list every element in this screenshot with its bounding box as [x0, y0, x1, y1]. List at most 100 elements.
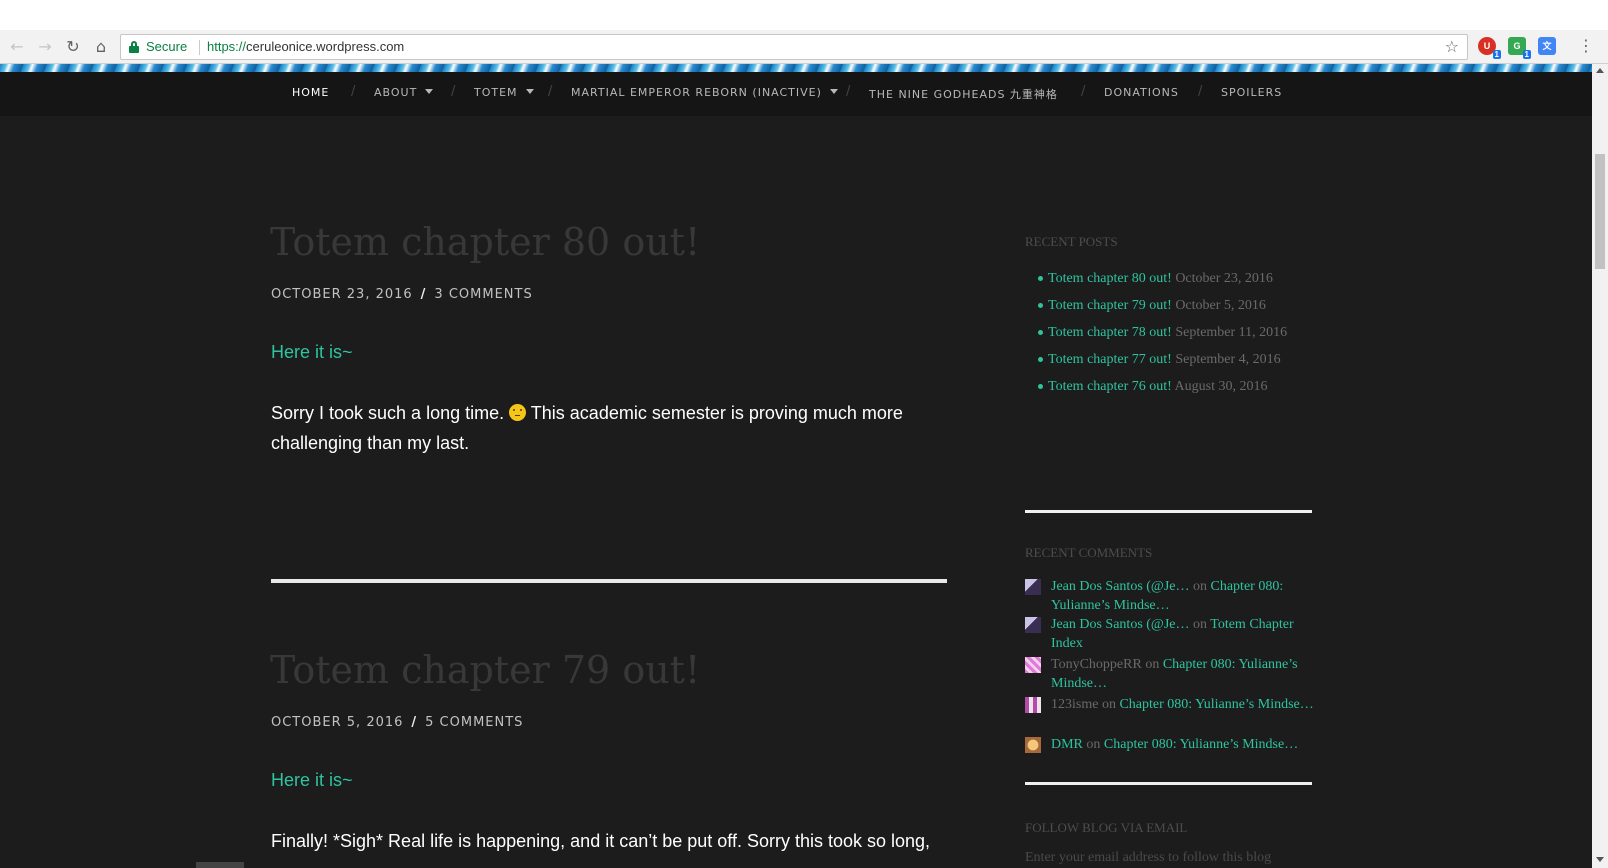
- address-bar[interactable]: Secure https://ceruleonice.wordpress.com…: [120, 34, 1468, 60]
- list-item: Totem chapter 78 out! September 11, 2016: [1038, 319, 1318, 346]
- primary-navigation: HOME / ABOUT / TOTEM / MARTIAL EMPEROR R…: [0, 72, 1592, 116]
- post-comments-link[interactable]: 3 COMMENTS: [434, 287, 532, 302]
- chevron-down-icon: [829, 89, 838, 94]
- nav-item-label: HOME: [292, 86, 330, 99]
- avatar[interactable]: [1025, 617, 1041, 633]
- comment-post-link[interactable]: Chapter 080: Yulianne’s Mindse…: [1119, 697, 1313, 712]
- chevron-down-icon: [425, 89, 434, 94]
- recent-comment-item: 123isme on Chapter 080: Yulianne’s Minds…: [1025, 695, 1315, 714]
- scrollbar-thumb[interactable]: [1595, 154, 1605, 269]
- post-excerpt: Sorry I took such a long time. This acad…: [271, 398, 931, 458]
- nav-item-about[interactable]: ABOUT: [374, 86, 434, 99]
- arrow-right-icon[interactable]: →: [34, 36, 56, 58]
- recent-post-date: August 30, 2016: [1174, 379, 1268, 394]
- avatar[interactable]: [1025, 657, 1041, 673]
- recent-posts-list: Totem chapter 80 out! October 23, 2016 T…: [1038, 265, 1318, 400]
- recent-posts-title: RECENT POSTS: [1025, 234, 1118, 249]
- nav-item-nine-godheads[interactable]: THE NINE GODHEADS 九重神格: [869, 86, 1058, 102]
- post-meta: OCTOBER 23, 2016 / 3 COMMENTS: [271, 287, 533, 302]
- nav-separator: /: [1198, 84, 1203, 99]
- post-excerpt-text: Sorry I took such a long time.: [271, 403, 510, 423]
- comment-author-link[interactable]: Jean Dos Santos (@Je…: [1051, 617, 1190, 632]
- nav-separator: /: [1081, 84, 1086, 99]
- list-item: Totem chapter 76 out! August 30, 2016: [1038, 373, 1318, 400]
- scroll-down-arrow-icon[interactable]: [1596, 857, 1604, 862]
- translate-extension-icon[interactable]: 文: [1538, 37, 1556, 55]
- nav-item-totem[interactable]: TOTEM: [474, 86, 534, 99]
- scroll-up-arrow-icon[interactable]: [1596, 68, 1604, 73]
- nav-item-donations[interactable]: DONATIONS: [1104, 86, 1179, 99]
- site-header-image: [0, 64, 1592, 72]
- nav-item-label: DONATIONS: [1104, 86, 1179, 99]
- recent-comment-item: Jean Dos Santos (@Je… on Totem Chapter I…: [1025, 615, 1315, 653]
- recent-post-date: September 4, 2016: [1175, 352, 1281, 367]
- comment-author-name: 123isme: [1051, 697, 1099, 712]
- recent-post-date: October 23, 2016: [1175, 271, 1273, 286]
- comment-on-label: on: [1193, 579, 1207, 594]
- recent-post-link[interactable]: Totem chapter 79 out!: [1048, 298, 1172, 313]
- grammarly-extension-icon[interactable]: G1: [1508, 37, 1531, 59]
- arrow-left-icon[interactable]: ←: [6, 36, 28, 58]
- secure-label[interactable]: Secure: [146, 39, 187, 54]
- recent-comment-item: TonyChoppeRR on Chapter 080: Yulianne’s …: [1025, 655, 1315, 693]
- comment-on-label: on: [1193, 617, 1207, 632]
- post-content-link[interactable]: Here it is~: [271, 770, 353, 791]
- nav-item-label: THE NINE GODHEADS 九重神格: [869, 88, 1058, 101]
- bookmark-star-icon[interactable]: ☆: [1445, 37, 1459, 56]
- post-comments-link[interactable]: 5 COMMENTS: [425, 715, 523, 730]
- post-content-link[interactable]: Here it is~: [271, 342, 353, 363]
- list-item: Totem chapter 79 out! October 5, 2016: [1038, 292, 1318, 319]
- home-icon[interactable]: ⌂: [90, 36, 112, 58]
- meta-separator: /: [420, 287, 427, 302]
- recent-post-date: October 5, 2016: [1175, 298, 1266, 313]
- horizontal-scroll-handle[interactable]: [196, 862, 244, 868]
- nav-separator: /: [451, 84, 456, 99]
- recent-comment-item: DMR on Chapter 080: Yulianne’s Mindse…: [1025, 735, 1315, 754]
- recent-post-link[interactable]: Totem chapter 78 out!: [1048, 325, 1172, 340]
- avatar[interactable]: [1025, 737, 1041, 753]
- url-text[interactable]: https://ceruleonice.wordpress.com: [207, 39, 404, 54]
- nav-item-spoilers[interactable]: SPOILERS: [1221, 86, 1282, 99]
- nav-item-label: TOTEM: [474, 86, 518, 99]
- list-item: Totem chapter 80 out! October 23, 2016: [1038, 265, 1318, 292]
- lock-icon[interactable]: [129, 41, 139, 53]
- recent-post-link[interactable]: Totem chapter 76 out!: [1048, 379, 1172, 394]
- recent-comments-title: RECENT COMMENTS: [1025, 545, 1153, 560]
- comment-author-link[interactable]: DMR: [1051, 737, 1083, 752]
- post-date[interactable]: OCTOBER 5, 2016: [271, 715, 403, 730]
- comment-on-label: on: [1101, 697, 1116, 712]
- window-titlebar: [0, 0, 1608, 30]
- nav-item-label: SPOILERS: [1221, 86, 1283, 99]
- post-meta: OCTOBER 5, 2016 / 5 COMMENTS: [271, 715, 523, 730]
- nav-item-label: ABOUT: [374, 86, 418, 99]
- ublock-extension-icon[interactable]: U1: [1478, 37, 1501, 59]
- comment-post-link[interactable]: Chapter 080: Yulianne’s Mindse…: [1104, 737, 1298, 752]
- meta-separator: /: [411, 715, 418, 730]
- comment-author-link[interactable]: Jean Dos Santos (@Je…: [1051, 579, 1190, 594]
- browser-menu-icon[interactable]: ⋮: [1578, 36, 1594, 55]
- confused-face-emoji-icon: [509, 404, 527, 421]
- post-title[interactable]: Totem chapter 80 out!: [270, 220, 700, 264]
- recent-post-link[interactable]: Totem chapter 80 out!: [1048, 271, 1172, 286]
- url-host: ceruleonice.wordpress.com: [246, 39, 405, 54]
- nav-separator: /: [846, 84, 851, 99]
- widget-divider: [1025, 510, 1312, 513]
- page-scrollbar[interactable]: [1592, 64, 1608, 868]
- nav-separator: /: [548, 84, 553, 99]
- url-scheme: https://: [207, 39, 247, 54]
- reload-icon[interactable]: ↻: [62, 36, 84, 58]
- nav-item-martial-emperor-reborn[interactable]: MARTIAL EMPEROR REBORN (INACTIVE): [571, 86, 838, 99]
- post-date[interactable]: OCTOBER 23, 2016: [271, 287, 413, 302]
- follow-blog-description: Enter your email address to follow this …: [1025, 850, 1272, 865]
- recent-post-link[interactable]: Totem chapter 77 out!: [1048, 352, 1172, 367]
- comment-on-label: on: [1086, 737, 1101, 752]
- list-item: Totem chapter 77 out! September 4, 2016: [1038, 346, 1318, 373]
- browser-toolbar: ← → ↻ ⌂ Secure https://ceruleonice.wordp…: [0, 30, 1608, 64]
- nav-separator: /: [351, 84, 356, 99]
- comment-author-name: TonyChoppeRR: [1051, 657, 1142, 672]
- follow-blog-title: FOLLOW BLOG VIA EMAIL: [1025, 820, 1188, 835]
- nav-item-home[interactable]: HOME: [292, 86, 329, 99]
- avatar[interactable]: [1025, 579, 1041, 595]
- avatar[interactable]: [1025, 697, 1041, 713]
- post-title[interactable]: Totem chapter 79 out!: [270, 648, 700, 692]
